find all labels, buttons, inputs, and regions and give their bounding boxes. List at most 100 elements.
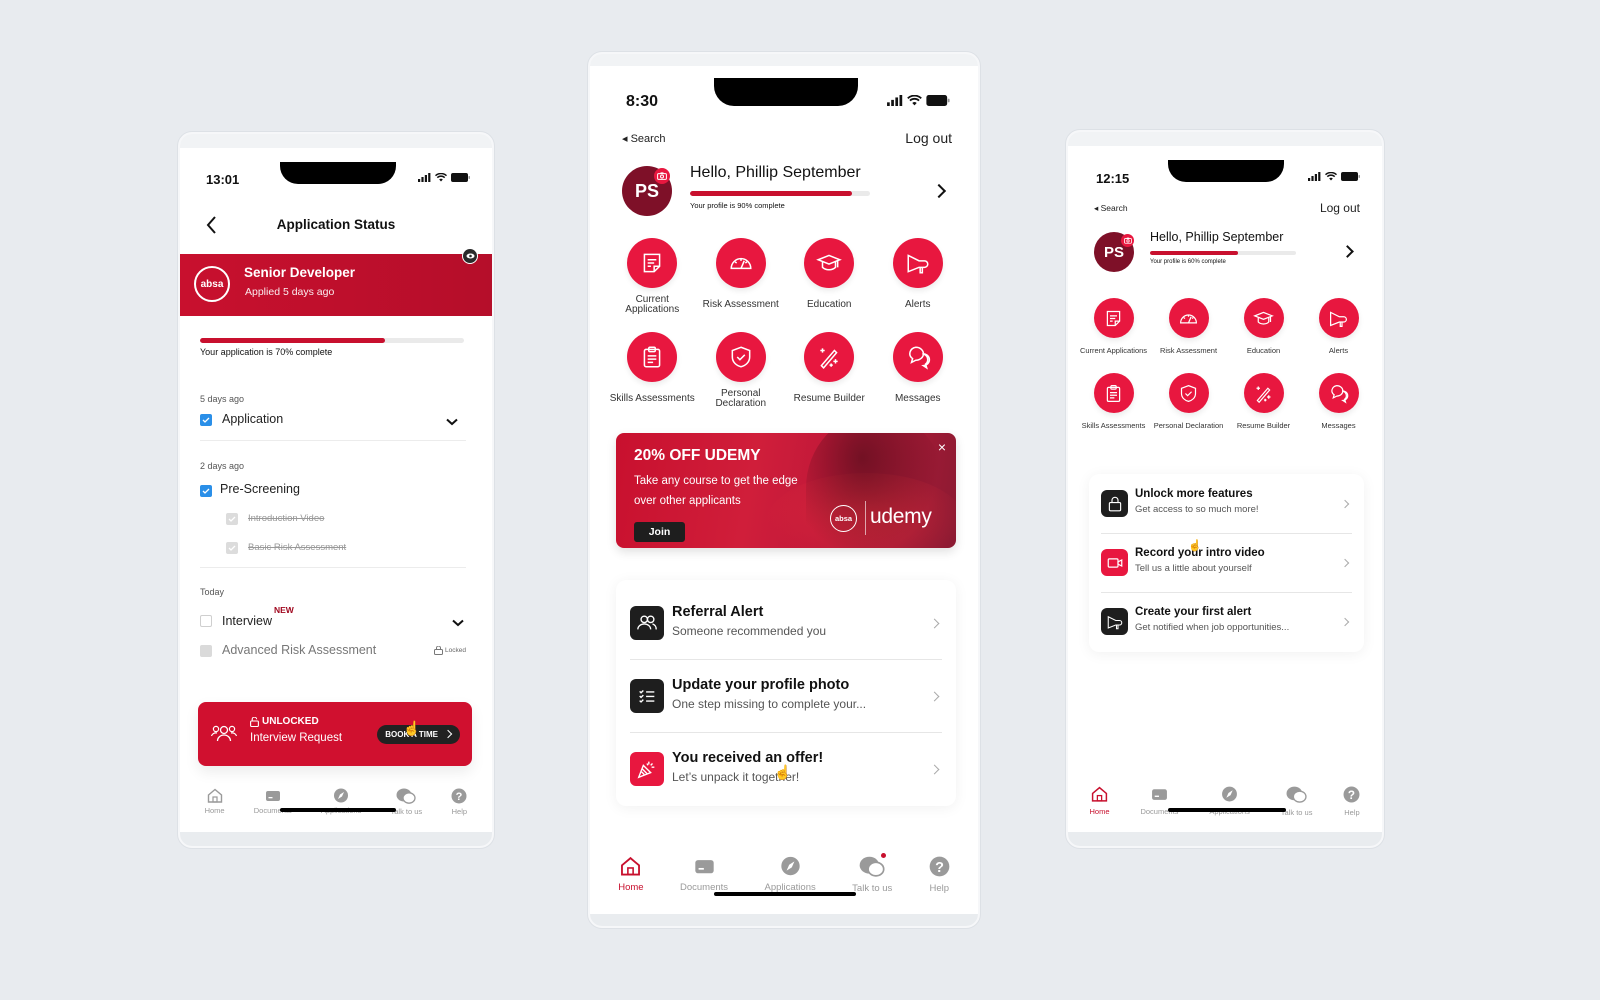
- feature-current-applications[interactable]: Current Applications: [1076, 298, 1151, 359]
- checkbox-application[interactable]: [200, 414, 212, 426]
- feature-label: Education: [807, 298, 852, 310]
- chevron-right-icon[interactable]: [929, 618, 940, 629]
- search-back-link[interactable]: ◂ Search: [622, 132, 665, 145]
- chevron-right-icon[interactable]: [1340, 499, 1350, 509]
- tab-documents[interactable]: Documents: [680, 856, 728, 894]
- tab-help[interactable]: ? Help: [929, 856, 950, 894]
- logout-button[interactable]: Log out: [905, 130, 952, 146]
- checkbox-pre-screening[interactable]: [200, 485, 212, 497]
- card-title: You received an offer!: [672, 750, 824, 766]
- card-you-received-an-offer[interactable]: You received an offer! Let’s unpack it to…: [616, 732, 956, 805]
- close-icon[interactable]: ×: [938, 439, 946, 455]
- chevron-right-icon[interactable]: [1340, 617, 1350, 627]
- step-pre-screening[interactable]: Pre-Screening: [220, 482, 300, 496]
- feature-education[interactable]: Education: [785, 238, 874, 316]
- chat-icon: [396, 788, 416, 804]
- feature-label: Alerts: [1328, 346, 1349, 356]
- tab-applications[interactable]: Applications: [1209, 786, 1250, 817]
- card-unlock-more-features[interactable]: Unlock more features Get access to so muc…: [1089, 474, 1364, 533]
- feature-personal-declaration[interactable]: Personal Declaration: [1151, 373, 1226, 434]
- feature-messages[interactable]: Messages: [1301, 373, 1376, 434]
- chevron-down-icon[interactable]: [446, 418, 458, 426]
- feature-label: Alerts: [904, 298, 931, 310]
- chevron-down-icon[interactable]: [452, 619, 464, 627]
- feature-alerts[interactable]: Alerts: [874, 238, 963, 316]
- feature-alerts[interactable]: Alerts: [1301, 298, 1376, 359]
- applications-icon: [780, 856, 801, 879]
- chevron-right-icon[interactable]: [1340, 558, 1350, 568]
- card-create-your-first-alert[interactable]: Create your first alert Get notified when…: [1089, 592, 1364, 651]
- tab-talk-to-us[interactable]: Talk to us: [852, 853, 892, 894]
- megaphone-icon: [1101, 608, 1128, 635]
- wifi-icon: [435, 173, 447, 182]
- tab-home[interactable]: Home: [205, 788, 225, 816]
- chevron-right-icon[interactable]: [929, 764, 940, 775]
- card-update-your-profile-photo[interactable]: Update your profile photo One step missin…: [616, 659, 956, 732]
- tab-help[interactable]: ? Help: [451, 788, 467, 816]
- feature-label: Education: [1246, 346, 1281, 356]
- shield-check-icon: [715, 332, 766, 382]
- phone-screen: 8:30 ◂ Search Log out PS Hello, Phillip …: [590, 66, 978, 914]
- tab-help[interactable]: ? Help: [1343, 786, 1360, 817]
- feature-risk-assessment[interactable]: Risk Assessment: [697, 238, 786, 316]
- camera-icon[interactable]: [1121, 234, 1134, 247]
- join-button[interactable]: Join: [634, 522, 685, 542]
- feature-risk-assessment[interactable]: Risk Assessment: [1151, 298, 1226, 359]
- graduation-cap-icon: [1243, 298, 1284, 338]
- tab-home[interactable]: Home: [1089, 786, 1110, 817]
- svg-text:?: ?: [935, 860, 944, 876]
- profile-chevron-right-icon[interactable]: [931, 183, 947, 199]
- camera-icon[interactable]: [654, 168, 670, 184]
- feature-resume-builder[interactable]: Resume Builder: [1226, 373, 1301, 434]
- section-label: 5 days ago: [200, 394, 245, 404]
- tab-label: Help: [929, 883, 950, 894]
- chevron-right-icon[interactable]: [929, 691, 940, 702]
- documents-icon: [694, 856, 715, 879]
- home-icon: [1091, 786, 1108, 804]
- feature-label: Skills Assessments: [1081, 421, 1146, 431]
- page-title: Application Status: [276, 217, 396, 232]
- step-application[interactable]: Application: [222, 412, 283, 426]
- substep-basic-risk-assessment: Basic Risk Assessment: [248, 542, 347, 553]
- card-subtitle: Someone recommended you: [672, 624, 827, 638]
- wifi-icon: [1325, 172, 1337, 181]
- checkbox-interview[interactable]: [200, 615, 212, 627]
- search-back-link[interactable]: ◂ Search: [1094, 203, 1128, 214]
- tab-label: Home: [1089, 807, 1110, 816]
- feature-resume-builder[interactable]: Resume Builder: [785, 332, 874, 410]
- eye-icon[interactable]: [462, 248, 478, 264]
- card-referral-alert[interactable]: Referral Alert Someone recommended you: [616, 586, 956, 659]
- job-applied-date: Applied 5 days ago: [245, 286, 335, 298]
- logout-button[interactable]: Log out: [1320, 201, 1360, 215]
- magic-wand-icon: [1243, 373, 1284, 413]
- book-a-time-button[interactable]: BOOK A TIME: [377, 725, 460, 744]
- battery-icon: [1341, 172, 1360, 181]
- feature-skills-assessments[interactable]: Skills Assessments: [1076, 373, 1151, 434]
- profile-chevron-right-icon[interactable]: [1341, 245, 1354, 258]
- card-title: Record your intro video: [1135, 547, 1265, 559]
- udemy-promo-banner[interactable]: 20% OFF UDEMY Take any course to get the…: [616, 433, 956, 548]
- phone-frame-bottom: [180, 832, 492, 846]
- feature-education[interactable]: Education: [1226, 298, 1301, 359]
- card-subtitle: Let’s unpack it together!: [672, 770, 800, 784]
- interview-unlocked-card[interactable]: UNLOCKED Interview Request BOOK A TIME: [198, 702, 472, 766]
- feature-skills-assessments[interactable]: Skills Assessments: [608, 332, 697, 410]
- chat-bubbles-icon: [892, 332, 943, 382]
- tab-label: Home: [204, 806, 225, 815]
- card-record-your-intro-video[interactable]: Record your intro video Tell us a little …: [1089, 533, 1364, 592]
- tab-applications[interactable]: Applications: [765, 856, 816, 894]
- tab-talk-to-us[interactable]: Talk to us: [391, 788, 422, 816]
- card-title: Update your profile photo: [672, 677, 850, 693]
- tab-documents[interactable]: Documents: [1140, 786, 1178, 817]
- status-time: 8:30: [626, 93, 659, 110]
- tab-talk-to-us[interactable]: Talk to us: [1281, 786, 1312, 817]
- gauge-icon: [1168, 298, 1209, 338]
- feature-label: Risk Assessment: [702, 298, 779, 310]
- feature-messages[interactable]: Messages: [874, 332, 963, 410]
- step-interview[interactable]: Interview: [222, 614, 272, 628]
- feature-personal-declaration[interactable]: Personal Declaration: [697, 332, 786, 410]
- tab-home[interactable]: Home: [618, 856, 644, 894]
- job-banner: absa Senior Developer Applied 5 days ago: [180, 254, 492, 316]
- feature-current-applications[interactable]: Current Applications: [608, 238, 697, 316]
- card-subtitle: Get notified when job opportunities...: [1135, 622, 1290, 633]
